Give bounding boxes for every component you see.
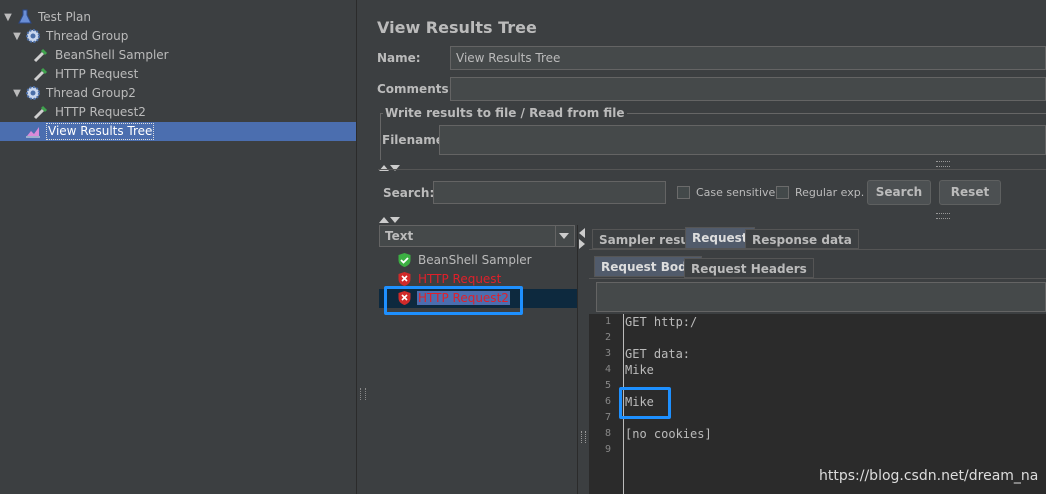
search-button[interactable]: Search <box>867 180 931 205</box>
collapse-down-icon[interactable] <box>390 217 400 223</box>
case-sensitive-checkbox[interactable] <box>677 186 690 199</box>
search-label: Search: <box>383 186 435 200</box>
result-item[interactable]: BeanShell Sampler <box>379 251 577 270</box>
collapse-arrow-icon[interactable]: ▼ <box>3 8 13 27</box>
request-body-editor[interactable]: 1 2 3 4 5 6 7 8 9 GET http:/ GET data: M… <box>589 314 1046 494</box>
tree-item-thread-group[interactable]: ▼ Thread Group <box>0 27 356 46</box>
tree-item-label: BeanShell Sampler <box>55 48 169 62</box>
code-line: GET data: <box>625 347 691 361</box>
filename-label: Filename <box>382 133 444 147</box>
highlight-box <box>619 387 671 419</box>
tab-request-headers[interactable]: Request Headers <box>684 258 814 278</box>
tree-item-test-plan[interactable]: ▼ Test Plan <box>0 8 356 27</box>
splitter-top[interactable] <box>379 160 1039 171</box>
tree-item-label: Thread Group <box>46 29 129 43</box>
shield-error-icon <box>398 272 411 286</box>
line-number: 9 <box>604 444 611 455</box>
pipette-icon <box>33 48 48 63</box>
tree-item-thread-group2[interactable]: ▼ Thread Group2 <box>0 84 356 103</box>
line-number: 7 <box>604 412 611 423</box>
line-number: 2 <box>604 332 611 343</box>
name-label: Name: <box>377 51 421 65</box>
file-section-title: Write results to file / Read from file <box>383 106 627 120</box>
splitter-grip-icon <box>936 213 950 219</box>
page-title: View Results Tree <box>377 18 537 37</box>
results-list-panel: Text BeanShell Sampler HTTP Request HTTP… <box>379 225 578 494</box>
tree-item-view-results-tree[interactable]: View Results Tree <box>0 122 356 141</box>
line-number: 5 <box>604 380 611 391</box>
search-input[interactable] <box>433 181 666 204</box>
pipette-icon <box>33 105 48 120</box>
tree-item-label: HTTP Request2 <box>55 105 146 119</box>
result-item-label: HTTP Request <box>418 272 502 286</box>
tab-response-data[interactable]: Response data <box>745 229 859 249</box>
code-line: [no cookies] <box>625 427 712 441</box>
case-sensitive-label: Case sensitive <box>696 186 776 199</box>
tree-item-label: HTTP Request <box>55 67 139 81</box>
gear-icon <box>26 86 40 100</box>
result-item-label: BeanShell Sampler <box>418 253 532 267</box>
test-plan-tree: ▼ Test Plan ▼ Thread Group BeanShell Sam… <box>0 0 356 494</box>
renderer-select-value: Text <box>385 229 414 243</box>
collapse-up-icon[interactable] <box>379 217 389 223</box>
collapse-arrow-icon[interactable]: ▼ <box>12 27 22 46</box>
reset-button[interactable]: Reset <box>939 180 1001 205</box>
chart-icon <box>26 127 40 138</box>
line-number: 6 <box>604 396 611 407</box>
splitter-grip-icon <box>936 161 950 167</box>
request-toolbar-field <box>596 282 1046 312</box>
collapse-up-icon[interactable] <box>379 165 389 171</box>
line-number: 8 <box>604 428 611 439</box>
watermark: https://blog.csdn.net/dream_na <box>819 468 1039 484</box>
code-line: Mike <box>625 363 654 377</box>
tree-item-http-request2[interactable]: HTTP Request2 <box>0 103 356 122</box>
view-results-tree-panel: View Results Tree Name: View Results Tre… <box>367 0 1046 494</box>
tree-item-label: Thread Group2 <box>46 86 136 100</box>
splitter-middle[interactable] <box>379 212 1039 223</box>
flask-icon <box>18 9 32 24</box>
shield-check-icon <box>398 253 411 267</box>
results-splitter[interactable] <box>578 225 588 494</box>
pipette-icon <box>33 67 48 82</box>
line-number: 1 <box>604 316 611 327</box>
regex-label: Regular exp. <box>795 186 865 199</box>
regex-checkbox[interactable] <box>776 186 789 199</box>
dropdown-arrow-icon[interactable] <box>555 226 574 246</box>
line-number: 4 <box>604 364 611 375</box>
filename-field[interactable] <box>439 125 1046 155</box>
collapse-down-icon[interactable] <box>390 165 400 171</box>
highlight-box <box>384 286 523 315</box>
tree-item-beanshell-sampler[interactable]: BeanShell Sampler <box>0 46 356 65</box>
comments-label: Comments: <box>377 82 454 96</box>
name-field[interactable]: View Results Tree <box>450 46 1046 70</box>
tree-item-label: View Results Tree <box>46 123 155 140</box>
line-number: 3 <box>604 348 611 359</box>
tree-item-label: Test Plan <box>38 10 91 24</box>
comments-field[interactable] <box>450 77 1046 101</box>
detail-panel: Sampler result Request Response data Req… <box>589 225 1046 494</box>
renderer-select[interactable]: Text <box>379 225 575 247</box>
gear-icon <box>26 29 40 43</box>
tree-item-http-request[interactable]: HTTP Request <box>0 65 356 84</box>
collapse-arrow-icon[interactable]: ▼ <box>12 84 22 103</box>
code-line: GET http:/ <box>625 315 698 329</box>
